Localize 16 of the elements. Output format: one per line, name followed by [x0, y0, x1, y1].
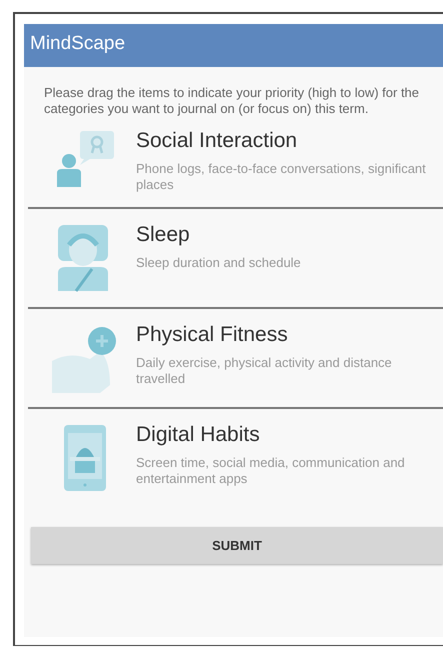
item-title: Social Interaction	[136, 129, 298, 153]
tablet-icon	[62, 423, 108, 493]
instructions-text: Please drag the items to indicate your priority (high to low) for the categories you want to journal on (or focus on) this term.	[43, 85, 420, 117]
item-description: Daily exercise, physical activity and distance travelled	[136, 355, 393, 387]
item-description: Sleep duration and schedule	[136, 255, 302, 271]
priority-item[interactable]: Social Interaction Phone logs, face-to-face conversations, significant places	[28, 125, 443, 207]
item-description: Phone logs, face-to-face conversations, significant places	[136, 161, 427, 193]
item-description: Screen time, social media, communication and entertainment apps	[136, 455, 406, 487]
item-title: Digital Habits	[136, 423, 261, 447]
item-title: Sleep	[136, 223, 191, 247]
priority-item[interactable]: Sleep Sleep duration and schedule	[28, 207, 443, 307]
priority-item[interactable]: Digital Habits Screen time, social media, communication and entertainment apps	[28, 407, 443, 507]
priority-item[interactable]: Physical Fitness Daily exercise, physical activity and distance travelled	[28, 307, 443, 407]
submit-button[interactable]: SUBMIT	[31, 527, 443, 564]
item-title: Physical Fitness	[136, 323, 289, 347]
app-title: MindScape	[24, 24, 443, 67]
